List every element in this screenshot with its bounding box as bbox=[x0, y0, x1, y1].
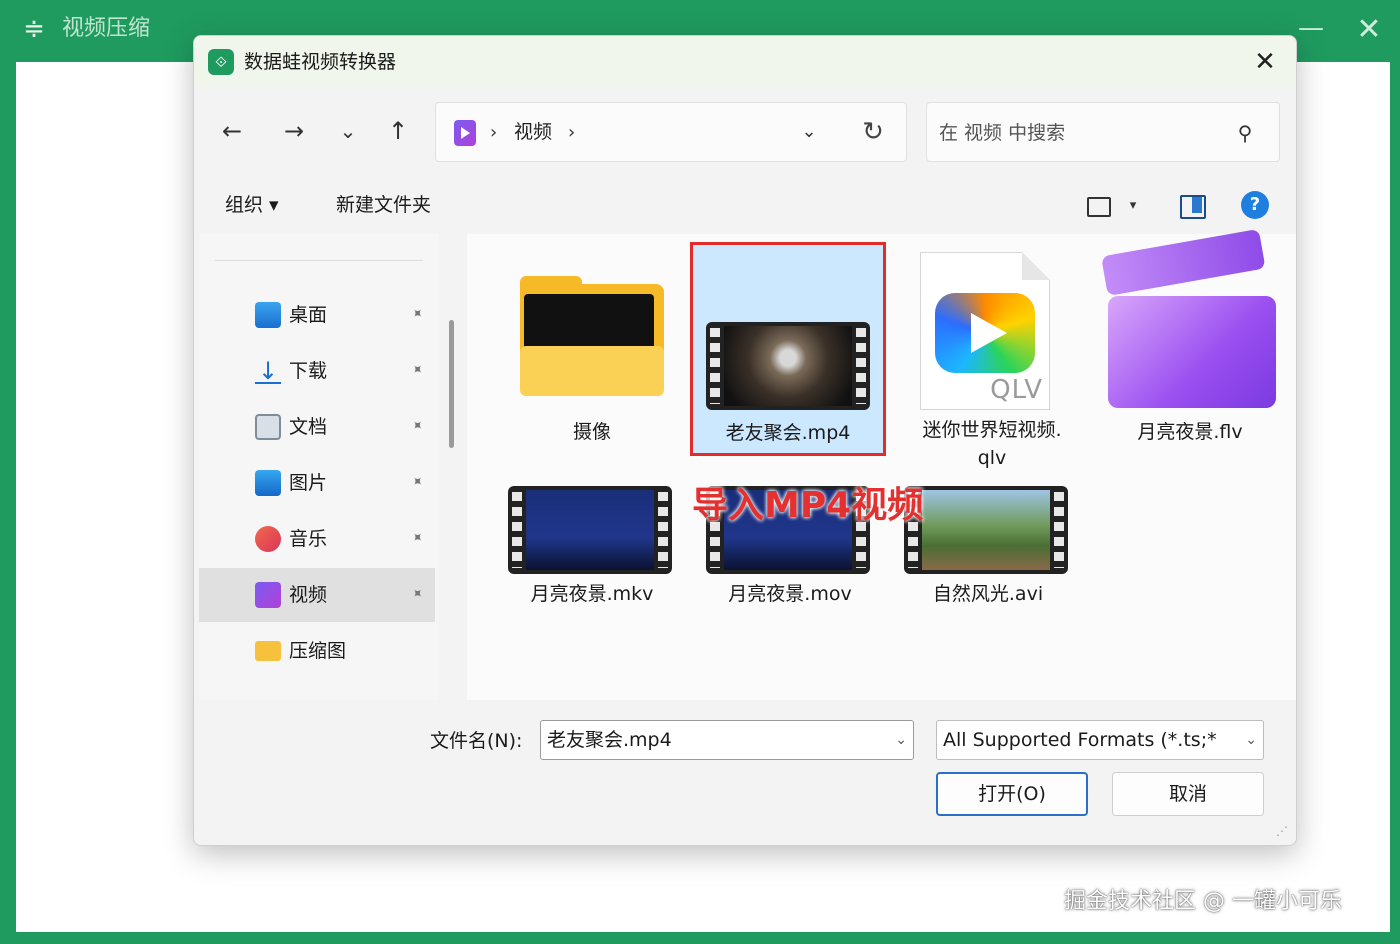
qlv-badge: QLV bbox=[990, 375, 1043, 405]
organize-menu[interactable]: 组织 ▾ bbox=[225, 190, 279, 220]
address-bar[interactable]: › 视频 › ⌄ ↻ bbox=[435, 102, 907, 162]
pin-icon[interactable]: ✦ bbox=[405, 526, 429, 550]
file-item-qlv[interactable]: QLV 迷你世界短视频. qlv bbox=[894, 244, 1090, 469]
sidebar-item-label: 文档 bbox=[289, 416, 328, 438]
music-icon bbox=[255, 526, 281, 552]
file-name: 月亮夜景.mov bbox=[728, 583, 852, 605]
sidebar-item-label: 下载 bbox=[289, 360, 328, 382]
file-name: 月亮夜景.flv bbox=[1137, 421, 1243, 443]
pin-icon[interactable]: ✦ bbox=[405, 470, 429, 494]
search-placeholder: 在 视频 中搜索 bbox=[939, 122, 1066, 144]
file-item-flv[interactable]: 月亮夜景.flv bbox=[1092, 228, 1288, 458]
nav-scrollbar[interactable] bbox=[442, 236, 460, 696]
folder-icon bbox=[510, 274, 674, 404]
sidebar-item-documents[interactable]: 文档 ✦ bbox=[199, 400, 435, 454]
documents-icon bbox=[255, 414, 281, 440]
help-icon[interactable] bbox=[1241, 191, 1271, 221]
qlv-file-icon: QLV bbox=[910, 252, 1074, 410]
recent-locations-chevron-icon[interactable]: ⌄ bbox=[330, 112, 366, 150]
navigation-pane: 桌面 ✦ ↓ 下载 ✦ 文档 ✦ 图片 ✦ 音乐 ✦ 视频 ✦ 压缩图 bbox=[199, 234, 439, 700]
file-item-mkv[interactable]: 月亮夜景.mkv bbox=[494, 476, 690, 690]
up-arrow-icon[interactable]: ↑ bbox=[380, 112, 416, 150]
chevron-down-icon[interactable]: ⌄ bbox=[895, 721, 907, 759]
sidebar-item-label: 视频 bbox=[289, 584, 328, 606]
filename-label: 文件名(N): bbox=[430, 730, 523, 752]
pin-icon[interactable]: ✦ bbox=[405, 358, 429, 382]
file-name: 自然风光.avi bbox=[932, 583, 1044, 605]
breadcrumb-separator-icon: › bbox=[490, 122, 498, 143]
file-type-select[interactable]: All Supported Formats (*.ts;* ⌄ bbox=[936, 720, 1264, 760]
search-input[interactable]: 在 视频 中搜索 ⚲ bbox=[926, 102, 1280, 162]
search-icon[interactable]: ⚲ bbox=[1231, 119, 1259, 147]
sidebar-item-compressed[interactable]: 压缩图 bbox=[199, 624, 435, 678]
nav-divider bbox=[215, 260, 423, 261]
cancel-button[interactable]: 取消 bbox=[1112, 772, 1264, 816]
file-name-line2: qlv bbox=[977, 447, 1007, 469]
filename-input[interactable]: 老友聚会.mp4 ⌄ bbox=[540, 720, 914, 760]
sidebar-item-videos[interactable]: 视频 ✦ bbox=[199, 568, 435, 622]
pictures-icon bbox=[255, 470, 281, 496]
view-mode-icon[interactable] bbox=[1084, 191, 1111, 221]
pin-icon[interactable]: ✦ bbox=[405, 302, 429, 326]
file-name: 摄像 bbox=[572, 421, 611, 443]
dialog-footer: 文件名(N): 老友聚会.mp4 ⌄ All Supported Formats… bbox=[194, 700, 1296, 845]
sidebar-item-pictures[interactable]: 图片 ✦ bbox=[199, 456, 435, 510]
folder-icon bbox=[255, 641, 281, 661]
sidebar-item-label: 音乐 bbox=[289, 528, 328, 550]
file-name: 迷你世界短视频. bbox=[922, 419, 1062, 441]
sidebar-item-label: 图片 bbox=[289, 472, 328, 494]
app-close-button[interactable]: ✕ bbox=[1352, 14, 1386, 48]
clapperboard-icon bbox=[1100, 228, 1276, 408]
tencent-video-icon bbox=[935, 293, 1035, 373]
pin-icon[interactable]: ✦ bbox=[405, 414, 429, 438]
file-type-value: All Supported Formats (*.ts;* bbox=[943, 729, 1217, 751]
scrollbar-thumb[interactable] bbox=[449, 320, 454, 448]
app-logo-icon: ⟐ bbox=[208, 49, 234, 75]
view-dropdown-icon[interactable]: ▾ bbox=[1124, 191, 1142, 221]
annotation-label: 导入MP4视频 bbox=[692, 485, 924, 526]
watermark: 掘金技术社区 @ 一罐小可乐 bbox=[1064, 889, 1342, 914]
download-icon: ↓ bbox=[255, 358, 281, 384]
open-button[interactable]: 打开(O) bbox=[936, 772, 1088, 816]
sidebar-item-label: 压缩图 bbox=[289, 640, 347, 662]
sidebar-item-desktop[interactable]: 桌面 ✦ bbox=[199, 288, 435, 342]
resize-grip-icon[interactable]: ⋰ bbox=[1276, 824, 1288, 838]
preview-pane-icon[interactable] bbox=[1178, 191, 1206, 221]
desktop-icon bbox=[255, 302, 281, 328]
videos-folder-icon bbox=[454, 120, 476, 146]
file-item-folder-camera[interactable]: 摄像 bbox=[494, 244, 690, 458]
app-title: 视频压缩 bbox=[62, 16, 151, 41]
open-file-dialog: ⟐ 数据蛙视频转换器 ✕ ← → ⌄ ↑ › 视频 › ⌄ ↻ 在 视频 中搜索… bbox=[193, 35, 1297, 846]
file-name: 月亮夜景.mkv bbox=[530, 583, 654, 605]
chevron-down-icon[interactable]: ⌄ bbox=[1241, 721, 1257, 759]
dialog-titlebar: ⟐ 数据蛙视频转换器 ✕ bbox=[194, 36, 1296, 88]
sidebar-item-label: 桌面 bbox=[289, 304, 328, 326]
dialog-title: 数据蛙视频转换器 bbox=[244, 51, 397, 73]
minimize-button[interactable]: — bbox=[1296, 15, 1326, 46]
file-name: 老友聚会.mp4 bbox=[725, 422, 851, 444]
videos-icon bbox=[255, 582, 281, 608]
refresh-icon[interactable]: ↻ bbox=[856, 115, 890, 149]
new-folder-button[interactable]: 新建文件夹 bbox=[336, 190, 431, 220]
filename-value: 老友聚会.mp4 bbox=[547, 729, 672, 751]
back-arrow-icon[interactable]: ← bbox=[214, 112, 250, 150]
menu-icon[interactable]: ≑ bbox=[20, 14, 48, 44]
pin-icon[interactable]: ✦ bbox=[405, 582, 429, 606]
dialog-close-button[interactable]: ✕ bbox=[1248, 46, 1282, 78]
address-dropdown-icon[interactable]: ⌄ bbox=[794, 117, 824, 147]
sidebar-item-music[interactable]: 音乐 ✦ bbox=[199, 512, 435, 566]
breadcrumb-videos[interactable]: 视频 bbox=[514, 118, 552, 146]
breadcrumb-separator-icon[interactable]: › bbox=[568, 120, 575, 146]
forward-arrow-icon[interactable]: → bbox=[276, 112, 312, 150]
file-item-selected-mp4[interactable]: 老友聚会.mp4 bbox=[690, 242, 886, 456]
sidebar-item-downloads[interactable]: ↓ 下载 ✦ bbox=[199, 344, 435, 398]
